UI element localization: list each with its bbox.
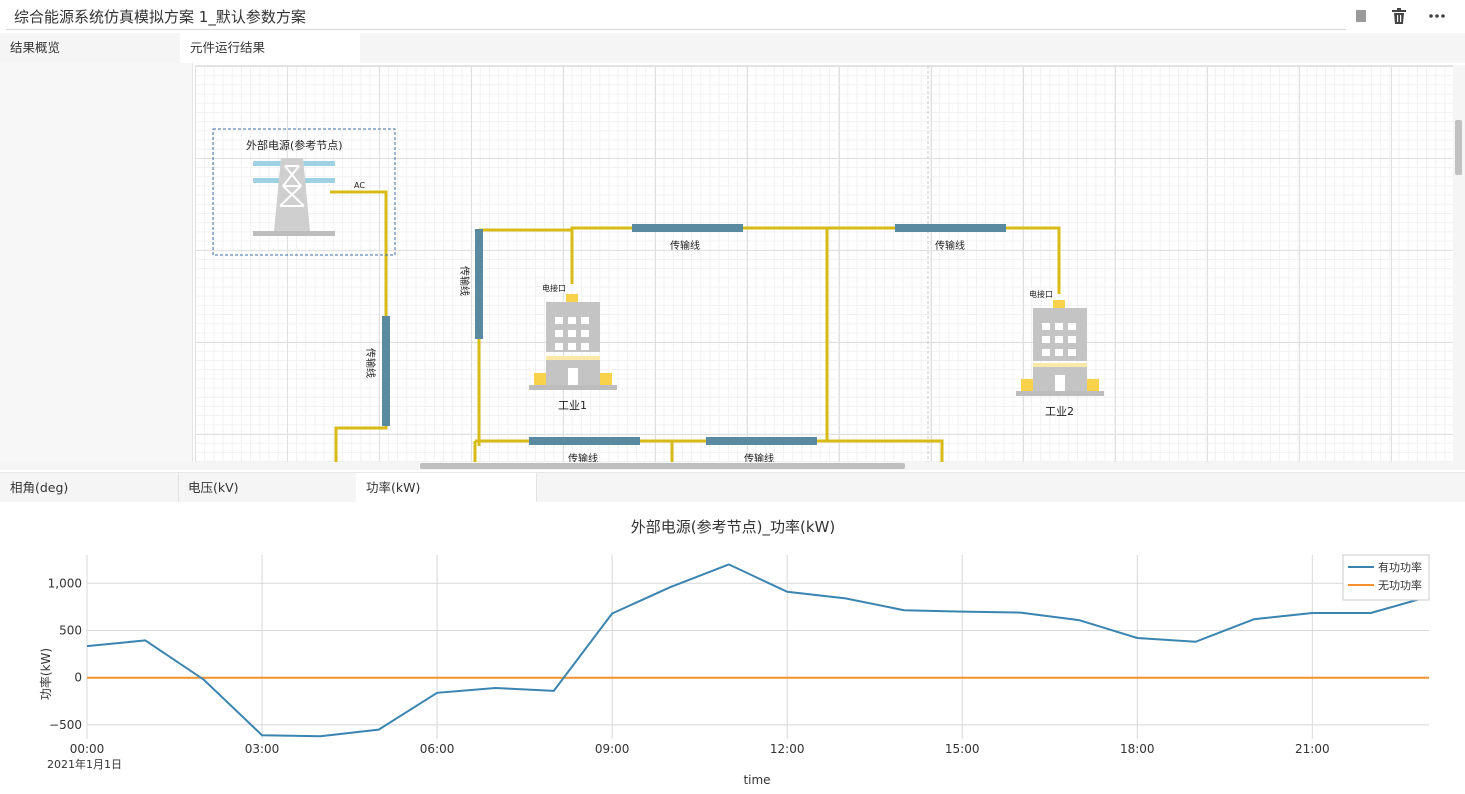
scroll-thumb[interactable] (1455, 120, 1462, 175)
trash-icon[interactable] (1389, 6, 1409, 26)
x-tick-label: 00:00 (70, 742, 105, 756)
page-title: 综合能源系统仿真模拟方案 1_默认参数方案 (14, 8, 306, 26)
tower-icon (253, 158, 335, 236)
transmission-line-top-1[interactable]: 传输线 (632, 224, 743, 252)
result-tabs: 结果概览 元件运行结果 (0, 33, 1465, 63)
chart-title: 外部电源(参考节点)_功率(kW) (631, 518, 835, 537)
x-axis-ticks: 00:00 03:00 06:00 09:00 12:00 15:00 18:00 21:00 (70, 742, 1330, 756)
chart-grid (86, 555, 1429, 739)
tab-voltage[interactable]: 电压(kV) (178, 473, 357, 503)
tab-overview[interactable]: 结果概览 (0, 33, 180, 63)
x-tick-label: 18:00 (1120, 742, 1155, 756)
transmission-line-label: 传输线 (458, 266, 471, 296)
series-line-active-power (86, 563, 1430, 738)
port-label: 电接口 (542, 283, 566, 293)
y-tick-label: 1,000 (48, 576, 82, 590)
title-divider (6, 29, 1346, 30)
transmission-line-vertical-2[interactable]: 传输线 (458, 229, 483, 339)
legend-active-power: 有功功率 (1378, 560, 1422, 574)
transmission-line-bottom-2[interactable]: 传输线 (706, 437, 817, 463)
factory-2-label: 工业2 (1045, 405, 1074, 418)
y-tick-label: 500 (59, 623, 82, 637)
y-tick-label: −500 (49, 718, 82, 732)
x-axis-label: time (743, 773, 770, 787)
x-tick-label: 06:00 (420, 742, 455, 756)
transmission-line-label: 传输线 (935, 239, 965, 252)
x-tick-label: 15:00 (945, 742, 980, 756)
diagram-canvas[interactable]: 传输线 传输线 传输线 传输线 传输线 传输线 外部电源(参考节点) AC 电接… (195, 65, 1453, 463)
canvas-horizontal-scrollbar[interactable] (0, 462, 1465, 470)
legend-reactive-power: 无功功率 (1378, 578, 1422, 592)
x-tick-label: 21:00 (1295, 742, 1330, 756)
chart-tabs: 相角(deg) 电压(kV) 功率(kW) (0, 472, 1465, 503)
chart-legend[interactable]: 有功功率 无功功率 (1342, 554, 1430, 601)
power-line-chart: 外部电源(参考节点)_功率(kW) 1,000 500 0 −500 00:00 03:… (38, 518, 1430, 787)
tab-phase-angle[interactable]: 相角(deg) (0, 473, 179, 503)
factory-2[interactable]: 电接口 工业2 (1016, 289, 1104, 418)
scroll-thumb[interactable] (420, 463, 905, 469)
power-chart: 外部电源(参考节点)_功率(kW) 1,000 500 0 −500 00:00 03:… (0, 502, 1465, 790)
tab-component-results[interactable]: 元件运行结果 (180, 33, 360, 63)
title-bar: 综合能源系统仿真模拟方案 1_默认参数方案 (0, 0, 1465, 30)
port-label: 电接口 (1029, 289, 1053, 299)
transmission-line-label: 传输线 (364, 348, 377, 378)
source-label: 外部电源(参考节点) (246, 138, 343, 152)
ac-port-label: AC (354, 181, 365, 190)
toolbar (1351, 6, 1447, 26)
left-panel (0, 63, 193, 462)
y-axis-label: 功率(kW) (38, 648, 53, 700)
transmission-line-top-2[interactable]: 传输线 (895, 224, 1006, 252)
factory-1[interactable]: 电接口 工业1 (529, 283, 617, 412)
more-icon[interactable] (1427, 6, 1447, 26)
factory-1-label: 工业1 (558, 399, 587, 412)
transmission-line-bottom-1[interactable]: 传输线 (529, 437, 640, 463)
y-tick-label: 0 (74, 671, 82, 685)
tab-power[interactable]: 功率(kW) (356, 473, 537, 503)
x-tick-label: 12:00 (770, 742, 805, 756)
transmission-line-label: 传输线 (670, 239, 700, 252)
power-lines (330, 190, 1061, 463)
chart-series (86, 563, 1430, 738)
canvas-vertical-scrollbar[interactable] (1453, 65, 1465, 462)
x-tick-label: 09:00 (595, 742, 630, 756)
stop-icon[interactable] (1351, 6, 1371, 26)
x-axis-date-label: 2021年1月1日 (47, 757, 122, 771)
x-tick-label: 03:00 (245, 742, 280, 756)
transmission-line-vertical-1[interactable]: 传输线 (364, 316, 390, 426)
